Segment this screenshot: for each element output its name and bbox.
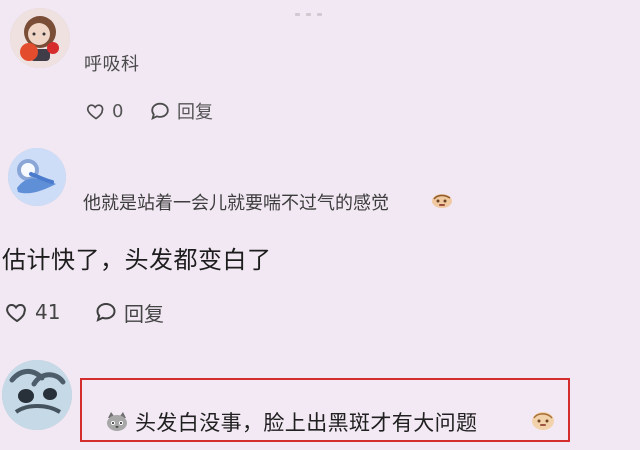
comment-1-like-count: 0 [112,100,124,122]
avatar-user-2[interactable] [8,148,66,206]
emoji-icon [529,408,557,432]
avatar-user-3[interactable] [2,360,72,430]
avatar-user-1-icon [10,8,70,68]
avatar-user-3-icon [2,360,72,430]
comment-2-like-count: 41 [35,300,61,324]
reply-icon [96,302,116,322]
highlighted-comment-text: 头发白没事，脸上出黑斑才有大问题 [135,411,478,435]
avatar-user-2-icon [8,148,66,206]
comment-2-like-button[interactable]: 41 [5,298,60,326]
emoji-icon [430,191,454,211]
comment-2-reply-label: 回复 [124,301,164,326]
top-indicator [295,13,323,17]
comment-1-username[interactable]: 呼吸科 [84,50,140,76]
heart-icon [6,303,26,323]
comment-2-reply-button[interactable]: 回复 [94,298,164,326]
heart-icon [86,104,104,120]
comment-1-reply-label: 回复 [177,102,213,123]
cat-face-icon [104,410,130,434]
reply-icon [151,102,169,121]
comment-1-reply-button[interactable]: 回复 [149,97,213,125]
comment-2-body: 估计快了，头发都变白了 [2,246,272,274]
indicator-dot [317,13,322,16]
indicator-dot [295,13,300,16]
indicator-dot [306,13,311,16]
avatar-user-1[interactable] [10,8,70,68]
comment-1-like-button[interactable]: 0 [86,97,123,125]
comment-2-inline-text: 他就是站着一会儿就要喘不过气的感觉 [83,193,389,214]
